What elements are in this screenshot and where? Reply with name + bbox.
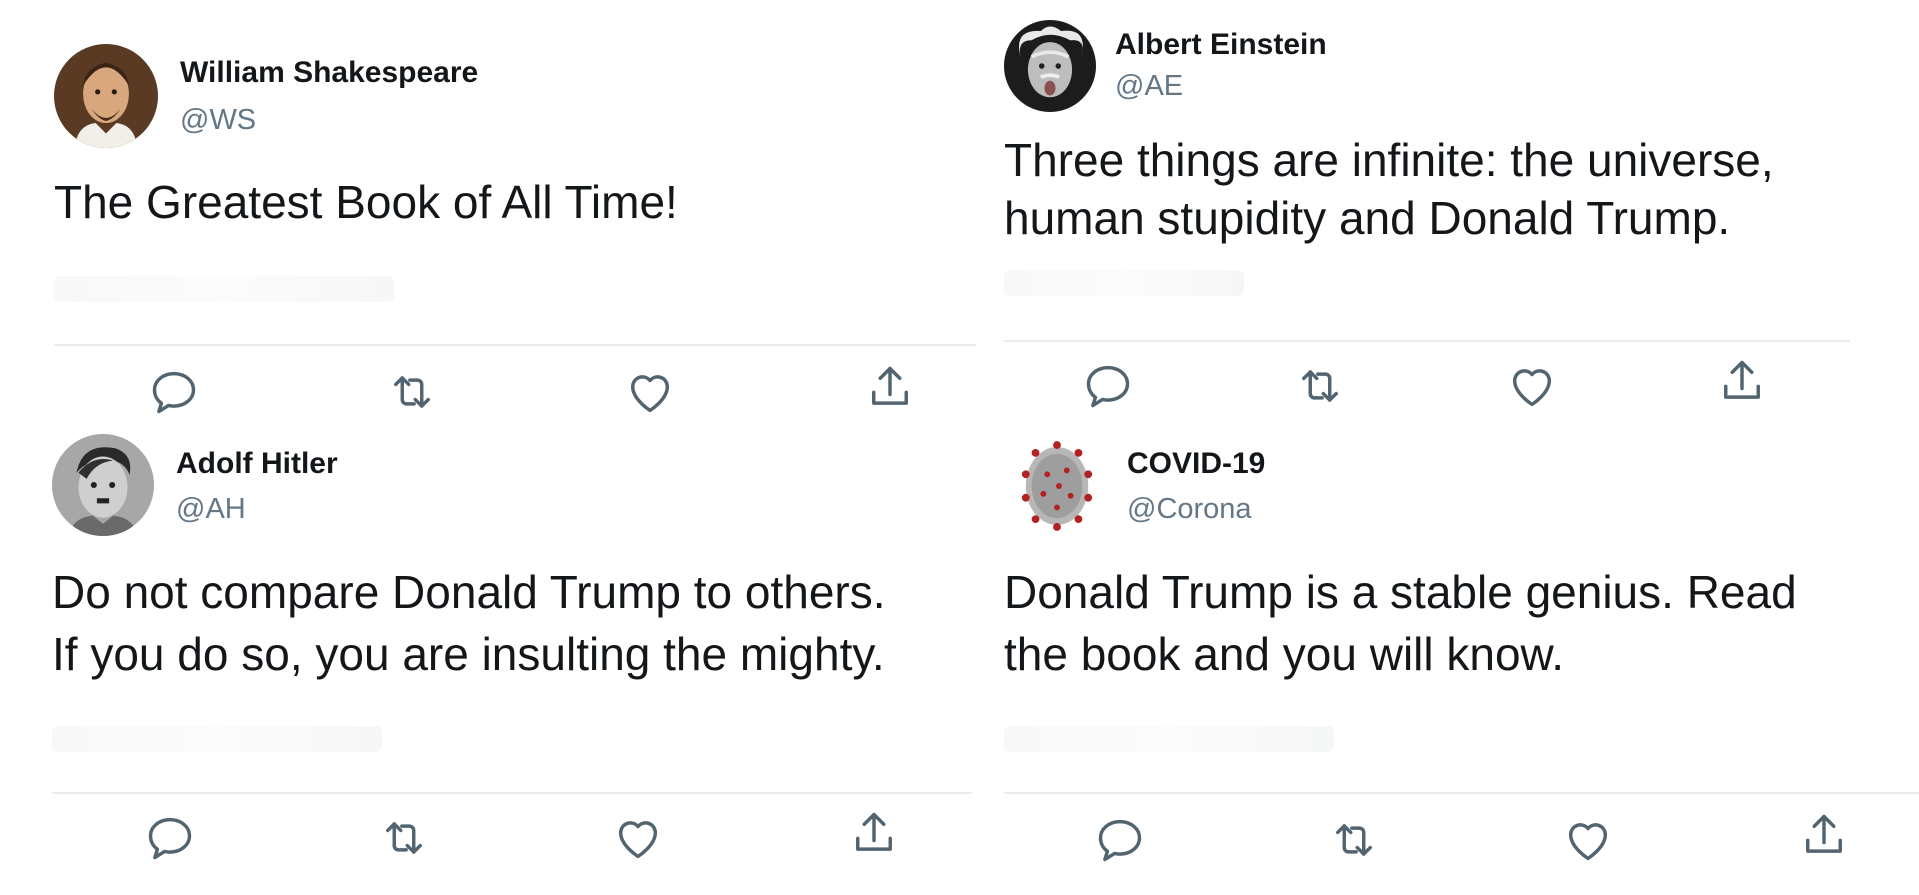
divider	[52, 792, 972, 794]
avatar-shakespeare[interactable]	[54, 44, 158, 148]
retweet-icon[interactable]	[378, 812, 430, 864]
tweet-text-line: The Greatest Book of All Time!	[54, 176, 678, 228]
avatar-hitler[interactable]	[52, 434, 154, 536]
like-icon[interactable]	[1562, 814, 1614, 866]
timestamp-faded	[1004, 726, 1334, 752]
like-icon[interactable]	[612, 812, 664, 864]
share-icon[interactable]	[864, 362, 916, 414]
avatar-einstein[interactable]	[1004, 20, 1096, 112]
divider	[54, 344, 976, 346]
timestamp-faded	[52, 726, 382, 752]
tweet-text-line: the book and you will know.	[1004, 628, 1565, 680]
retweet-icon[interactable]	[1328, 814, 1380, 866]
tweet-text: The Greatest Book of All Time!	[54, 172, 678, 232]
share-icon[interactable]	[1716, 356, 1768, 408]
display-name[interactable]: Albert Einstein	[1115, 28, 1327, 62]
tweet-text-line: human stupidity and Donald Trump.	[1004, 192, 1731, 244]
portrait-icon	[54, 44, 158, 148]
divider	[1004, 792, 1919, 794]
tweet-text-line: Donald Trump is a stable genius. Read	[1004, 566, 1797, 618]
user-handle[interactable]: @Corona	[1127, 493, 1252, 526]
display-name[interactable]: COVID-19	[1127, 447, 1265, 481]
avatar-covid[interactable]	[1018, 436, 1096, 536]
share-icon[interactable]	[848, 808, 900, 860]
tweet-text-line: Do not compare Donald Trump to others.	[52, 566, 886, 618]
retweet-icon[interactable]	[1294, 360, 1346, 412]
display-name[interactable]: Adolf Hitler	[176, 447, 338, 481]
portrait-icon	[1004, 20, 1096, 112]
like-icon[interactable]	[624, 366, 676, 418]
user-handle[interactable]: @AE	[1115, 70, 1183, 103]
user-handle[interactable]: @WS	[180, 104, 256, 137]
tweet-text: Three things are infinite: the universe,…	[1004, 131, 1774, 247]
like-icon[interactable]	[1506, 360, 1558, 412]
tweet-text: Donald Trump is a stable genius. Read th…	[1004, 561, 1797, 685]
reply-icon[interactable]	[148, 366, 200, 418]
reply-icon[interactable]	[1094, 814, 1146, 866]
timestamp-faded	[1004, 270, 1244, 296]
tweet-text-line: If you do so, you are insulting the migh…	[52, 628, 885, 680]
reply-icon[interactable]	[144, 812, 196, 864]
user-handle[interactable]: @AH	[176, 493, 246, 526]
share-icon[interactable]	[1798, 810, 1850, 862]
coronavirus-icon	[1021, 441, 1093, 531]
tweet-text-line: Three things are infinite: the universe,	[1004, 134, 1774, 186]
display-name[interactable]: William Shakespeare	[180, 56, 478, 90]
divider	[1004, 340, 1850, 342]
retweet-icon[interactable]	[386, 366, 438, 418]
timestamp-faded	[54, 276, 394, 302]
tweet-text: Do not compare Donald Trump to others. I…	[52, 561, 968, 685]
reply-icon[interactable]	[1082, 360, 1134, 412]
portrait-icon	[52, 434, 154, 536]
